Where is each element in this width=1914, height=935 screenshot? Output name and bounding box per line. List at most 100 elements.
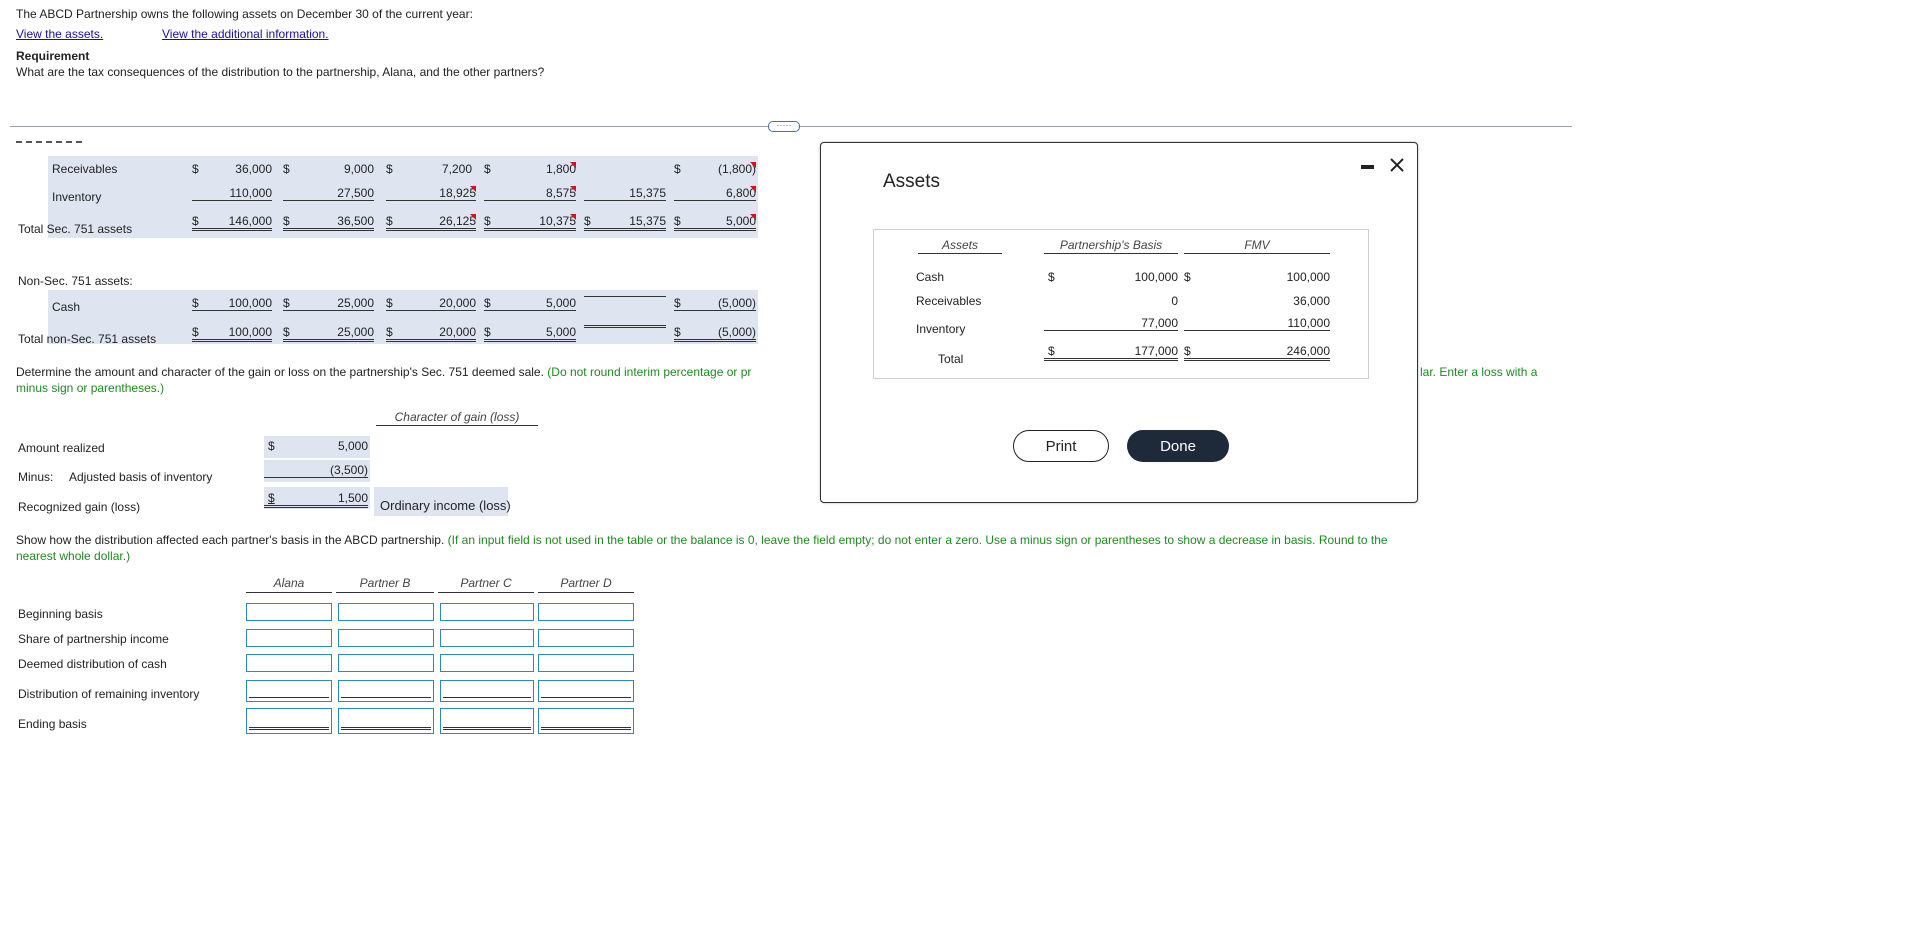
row-label-cash: Cash [52, 300, 81, 314]
question-2-text: Show how the distribution affected each … [16, 533, 445, 547]
question-2-note: (If an input field is not used in the ta… [447, 533, 1388, 547]
cell-cash-c6: (5,000) [674, 296, 756, 311]
cell-total751-c4: 10,375 [484, 214, 576, 231]
cell-inventory-c2: 27,500 [283, 186, 374, 201]
modal-total-fmv: 246,000 [1184, 344, 1330, 361]
assets-modal: Assets Assets Partnership's Basis FMV Ca… [820, 142, 1418, 503]
minimize-icon[interactable] [1353, 153, 1383, 177]
cell-cash-c3: 20,000 [386, 296, 476, 311]
input-beginning-partner-d[interactable] [538, 603, 634, 621]
cell-cash-c4: 5,000 [484, 296, 576, 311]
input-beginning-alana[interactable] [246, 603, 332, 621]
intro-text: The ABCD Partnership owns the following … [16, 7, 473, 21]
cell-totalnonsec-total: 100,000 [192, 325, 272, 342]
done-button[interactable]: Done [1127, 430, 1229, 462]
cell-receivables-c2: 9,000 [343, 162, 374, 176]
row-label-inventory: Inventory [52, 190, 102, 204]
dollar-sign: $ [1184, 270, 1191, 284]
cell-inventory-c4: 8,575 [484, 186, 576, 201]
input-deemed-partner-b[interactable] [338, 654, 434, 672]
row-label-total-nonsec: Total non-Sec. 751 assets [18, 332, 157, 346]
input-ending-partner-d[interactable] [538, 708, 634, 734]
input-inventory-partner-d[interactable] [538, 680, 634, 702]
input-ending-partner-b[interactable] [338, 708, 434, 734]
dollar-sign: $ [283, 162, 290, 176]
cell-inventory-c3: 18,925 [386, 186, 476, 201]
row-label-deemed-cash: Deemed distribution of cash [18, 657, 167, 671]
cell-inventory-total: 110,000 [192, 186, 272, 201]
view-additional-info-link[interactable]: View the additional information. [162, 27, 329, 41]
cell-inventory-c6: 6,800 [674, 186, 756, 201]
cell-totalnonsec-c5 [584, 325, 666, 328]
print-button[interactable]: Print [1013, 430, 1109, 462]
input-inventory-alana[interactable] [246, 680, 332, 702]
dollar-sign: $ [192, 162, 199, 176]
question-1-text: Determine the amount and character of th… [16, 365, 544, 379]
col-header-partner-d: Partner D [538, 576, 634, 593]
cell-cash-c5 [584, 296, 666, 297]
modal-row-inventory-fmv: 110,000 [1184, 316, 1330, 331]
modal-title: Assets [883, 171, 941, 192]
modal-col-basis: Partnership's Basis [1044, 238, 1178, 254]
row-label-receivables: Receivables [52, 162, 118, 176]
input-deemed-partner-c[interactable] [440, 654, 534, 672]
cell-inventory-c5: 15,375 [584, 186, 666, 201]
modal-row-receivables-fmv: 36,000 [1293, 294, 1330, 308]
input-deemed-alana[interactable] [246, 654, 332, 672]
input-share-partner-b[interactable] [338, 629, 434, 647]
requirement-heading: Requirement [16, 49, 90, 63]
input-ending-partner-c[interactable] [440, 708, 534, 734]
col-header-partner-b: Partner B [336, 576, 434, 593]
nonsec-heading: Non-Sec. 751 assets: [18, 274, 133, 288]
input-ending-alana[interactable] [246, 708, 332, 734]
dollar-sign: $ [268, 439, 275, 453]
modal-col-fmv: FMV [1184, 238, 1330, 254]
requirement-text: What are the tax consequences of the dis… [16, 65, 545, 79]
dollar-sign: $ [484, 162, 491, 176]
input-share-alana[interactable] [246, 629, 332, 647]
recognized-gain-label: Recognized gain (loss) [18, 500, 141, 514]
cell-receivables-c6: (1,800) [690, 162, 756, 176]
modal-row-receivables-basis: 0 [1171, 294, 1178, 308]
input-share-partner-d[interactable] [538, 629, 634, 647]
input-share-partner-c[interactable] [440, 629, 534, 647]
cell-totalnonsec-c4: 5,000 [484, 325, 576, 342]
cell-total751-total: 146,000 [192, 214, 272, 231]
divider-expand-handle[interactable]: ····· [768, 121, 800, 132]
cell-cash-c2: 25,000 [283, 296, 374, 311]
question-1-note-line2: minus sign or parentheses.) [16, 381, 165, 395]
input-deemed-partner-d[interactable] [538, 654, 634, 672]
cell-total751-c2: 36,500 [283, 214, 374, 231]
question-2: Show how the distribution affected each … [16, 533, 1388, 547]
col-header-partner-c: Partner C [438, 576, 534, 593]
row-label-remaining-inventory: Distribution of remaining inventory [18, 687, 200, 701]
input-beginning-partner-b[interactable] [338, 603, 434, 621]
character-value: Ordinary income (loss) [380, 498, 511, 513]
modal-row-cash-fmv: 100,000 [1286, 270, 1330, 284]
row-label-total-sec751: Total Sec. 751 assets [18, 222, 133, 236]
cell-totalnonsec-c6: (5,000) [674, 325, 756, 342]
amount-realized-label: Amount realized [18, 441, 105, 455]
input-inventory-partner-b[interactable] [338, 680, 434, 702]
dollar-sign: $ [1048, 270, 1055, 284]
row-label-share-income: Share of partnership income [18, 632, 169, 646]
view-assets-link[interactable]: View the assets. [16, 27, 103, 41]
col-header-alana: Alana [246, 576, 332, 593]
modal-row-inventory-basis: 77,000 [1044, 316, 1178, 331]
clipped-heading [16, 141, 82, 143]
question-1-note: (Do not round interim percentage or pr [547, 365, 752, 379]
input-inventory-partner-c[interactable] [440, 680, 534, 702]
cell-totalnonsec-c2: 25,000 [283, 325, 374, 342]
question-1: Determine the amount and character of th… [16, 365, 751, 379]
modal-row-receivables-label: Receivables [916, 294, 982, 308]
recognized-gain-value: 1,500 [264, 491, 368, 508]
modal-row-cash-basis: 100,000 [1134, 270, 1178, 284]
input-beginning-partner-c[interactable] [440, 603, 534, 621]
modal-row-cash-label: Cash [916, 270, 945, 284]
modal-total-basis: 177,000 [1044, 344, 1178, 361]
close-icon[interactable] [1383, 153, 1413, 177]
question-2-note-line2: nearest whole dollar.) [16, 549, 131, 563]
dollar-sign: $ [674, 162, 681, 176]
cell-total751-c3: 26,125 [386, 214, 476, 231]
cell-cash-total: 100,000 [192, 296, 272, 311]
